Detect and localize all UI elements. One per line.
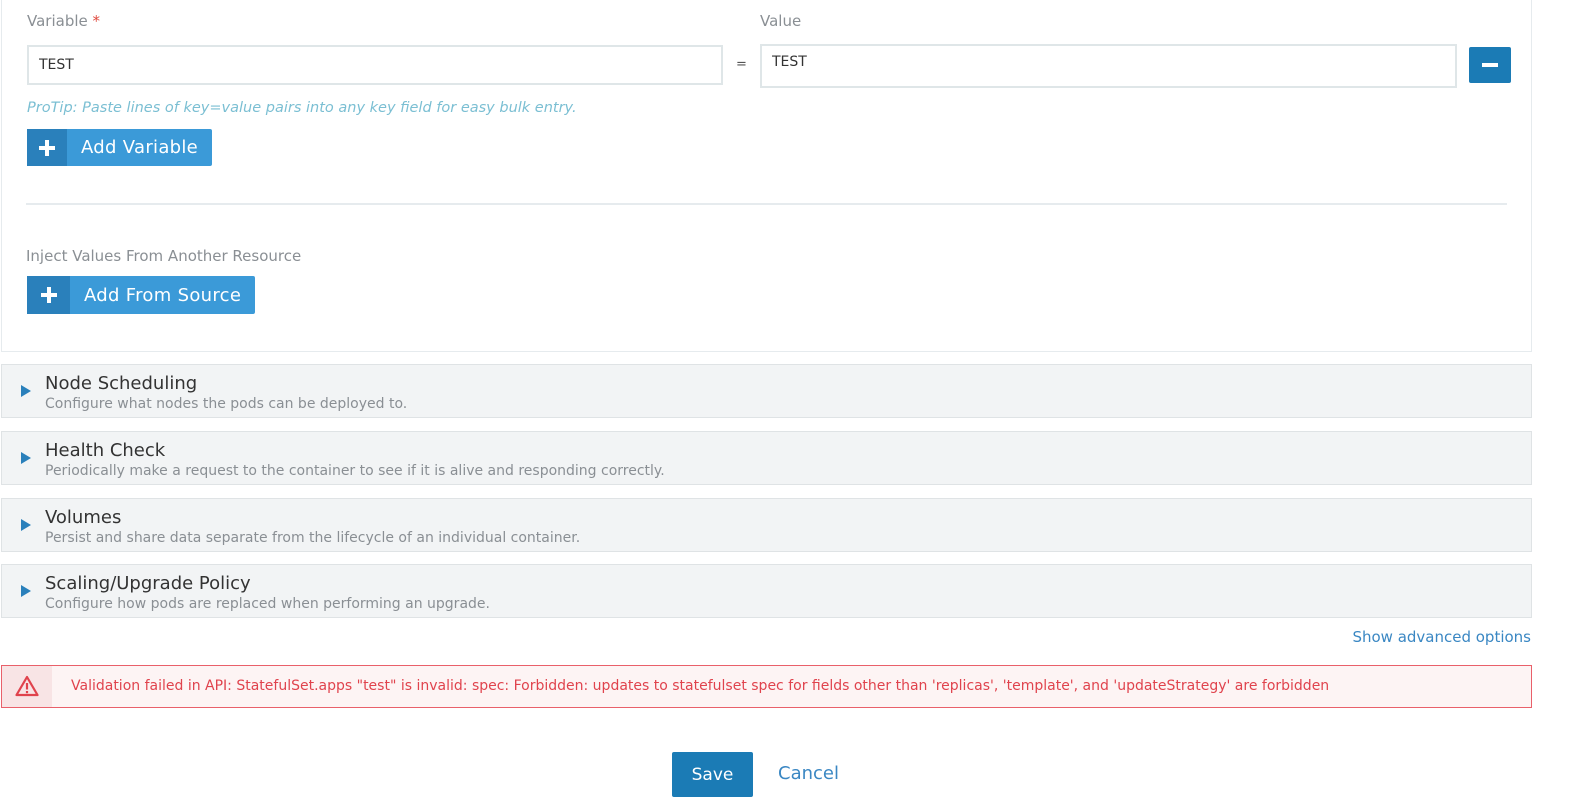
section-title: Health Check bbox=[45, 440, 166, 461]
variable-label-text: Variable bbox=[27, 12, 88, 30]
error-message: Validation failed in API: StatefulSet.ap… bbox=[71, 678, 1330, 694]
value-label: Value bbox=[760, 12, 802, 30]
plus-icon bbox=[27, 129, 67, 166]
required-mark: * bbox=[92, 12, 101, 30]
remove-variable-button[interactable] bbox=[1469, 47, 1511, 83]
add-from-source-label: Add From Source bbox=[84, 284, 242, 306]
cancel-button[interactable]: Cancel bbox=[778, 763, 839, 784]
expand-triangle-icon bbox=[21, 519, 31, 531]
show-advanced-options-link[interactable]: Show advanced options bbox=[1352, 628, 1531, 646]
section-title: Node Scheduling bbox=[45, 373, 198, 394]
equals-sign: = bbox=[736, 57, 747, 72]
protip-text: ProTip: Paste lines of key=value pairs i… bbox=[27, 100, 577, 116]
section-volumes[interactable]: Volumes Persist and share data separate … bbox=[1, 498, 1532, 552]
section-title: Scaling/Upgrade Policy bbox=[45, 573, 251, 594]
section-description: Configure how pods are replaced when per… bbox=[45, 596, 490, 612]
inject-values-label: Inject Values From Another Resource bbox=[26, 247, 302, 265]
variable-key-input[interactable] bbox=[27, 45, 723, 85]
section-title: Volumes bbox=[45, 507, 122, 528]
section-health-check[interactable]: Health Check Periodically make a request… bbox=[1, 431, 1532, 485]
add-variable-label: Add Variable bbox=[81, 137, 199, 158]
plus-icon bbox=[27, 276, 70, 314]
section-scaling-upgrade-policy[interactable]: Scaling/Upgrade Policy Configure how pod… bbox=[1, 564, 1532, 618]
variable-value-input[interactable] bbox=[760, 44, 1457, 88]
warning-triangle-icon bbox=[2, 666, 52, 707]
save-button[interactable]: Save bbox=[672, 752, 753, 797]
add-variable-button[interactable]: Add Variable bbox=[27, 129, 213, 166]
section-description: Periodically make a request to the conta… bbox=[45, 463, 665, 479]
minus-icon bbox=[1482, 63, 1498, 67]
expand-triangle-icon bbox=[21, 585, 31, 597]
expand-triangle-icon bbox=[21, 452, 31, 464]
error-banner: Validation failed in API: StatefulSet.ap… bbox=[1, 665, 1532, 708]
variable-label: Variable * bbox=[27, 12, 100, 30]
expand-triangle-icon bbox=[21, 385, 31, 397]
section-description: Configure what nodes the pods can be dep… bbox=[45, 396, 408, 412]
section-divider bbox=[26, 203, 1507, 205]
section-description: Persist and share data separate from the… bbox=[45, 530, 581, 546]
section-node-scheduling[interactable]: Node Scheduling Configure what nodes the… bbox=[1, 364, 1532, 418]
add-from-source-button[interactable]: Add From Source bbox=[27, 276, 256, 314]
